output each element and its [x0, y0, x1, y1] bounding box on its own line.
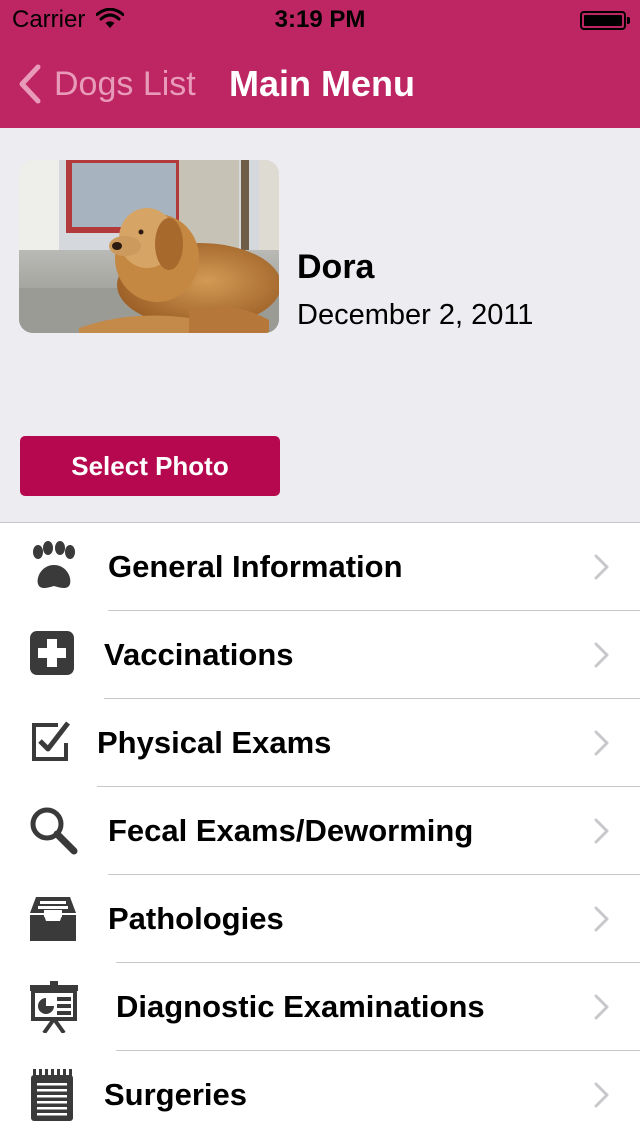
- menu-item-label: Fecal Exams/Deworming: [108, 813, 474, 848]
- chevron-right-icon: [594, 1082, 609, 1108]
- menu-item-label: Vaccinations: [104, 637, 294, 672]
- battery-icon: [580, 11, 630, 30]
- status-time: 3:19 PM: [274, 6, 366, 33]
- menu-item-label: Physical Exams: [97, 725, 332, 760]
- menu-item-pathologies[interactable]: Pathologies: [0, 875, 640, 963]
- menu-item-label: Pathologies: [108, 901, 284, 936]
- inbox-tray-icon: [30, 897, 76, 941]
- dog-photo: [19, 160, 279, 333]
- dog-name: Dora: [297, 248, 375, 286]
- checkbox-icon: [32, 721, 70, 761]
- paw-icon: [33, 541, 75, 588]
- back-chevron-icon: [19, 64, 41, 104]
- dog-date: December 2, 2011: [297, 299, 534, 331]
- menu-item-vaccinations[interactable]: Vaccinations: [0, 611, 640, 699]
- menu-item-general-information[interactable]: General Information: [0, 523, 640, 611]
- menu-item-label: Diagnostic Examinations: [116, 989, 485, 1024]
- main-menu-list: General Information Vaccinations Physica…: [0, 522, 640, 1139]
- chevron-right-icon: [594, 906, 609, 932]
- select-photo-button[interactable]: Select Photo: [20, 436, 280, 496]
- menu-item-label: General Information: [108, 549, 403, 584]
- presentation-board-icon: [30, 981, 78, 1033]
- chevron-right-icon: [594, 994, 609, 1020]
- medical-cross-icon: [30, 631, 74, 675]
- menu-item-physical-exams[interactable]: Physical Exams: [0, 699, 640, 787]
- menu-item-surgeries[interactable]: Surgeries: [0, 1051, 640, 1139]
- chevron-right-icon: [594, 730, 609, 756]
- menu-item-label: Surgeries: [104, 1077, 248, 1112]
- chevron-right-icon: [594, 642, 609, 668]
- back-button[interactable]: Dogs List: [14, 62, 196, 106]
- notepad-icon: [31, 1069, 73, 1121]
- magnifier-icon: [30, 807, 78, 855]
- menu-item-fecal-exams[interactable]: Fecal Exams/Deworming: [0, 787, 640, 875]
- menu-item-diagnostic-examinations[interactable]: Diagnostic Examinations: [0, 963, 640, 1051]
- navigation-bar: Dogs List Main Menu: [0, 40, 640, 128]
- back-button-label: Dogs List: [54, 64, 196, 103]
- chevron-right-icon: [594, 554, 609, 580]
- page-title: Main Menu: [229, 63, 415, 104]
- chevron-right-icon: [594, 818, 609, 844]
- status-bar: Carrier 3:19 PM: [0, 0, 640, 40]
- dog-profile-header: Dora December 2, 2011 Select Photo: [0, 128, 640, 522]
